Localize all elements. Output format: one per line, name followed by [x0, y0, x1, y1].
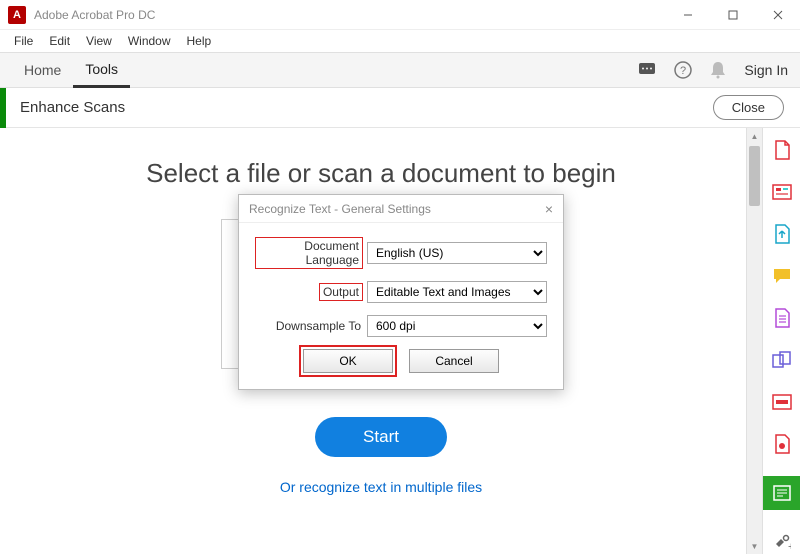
cancel-button[interactable]: Cancel [409, 349, 499, 373]
right-tool-sidebar: + [762, 128, 800, 554]
maximize-button[interactable] [710, 0, 755, 30]
tool-header: Enhance Scans Close [0, 88, 800, 128]
titlebar: A Adobe Acrobat Pro DC [0, 0, 800, 30]
bell-icon[interactable] [710, 61, 726, 79]
downsample-label: Downsample To [255, 319, 367, 333]
window-title: Adobe Acrobat Pro DC [34, 8, 155, 22]
recognize-multiple-link[interactable]: Or recognize text in multiple files [0, 479, 762, 495]
document-language-select[interactable]: English (US) [367, 242, 547, 264]
tab-home[interactable]: Home [12, 54, 73, 86]
organize-pages-icon[interactable] [772, 308, 792, 328]
scroll-thumb[interactable] [749, 146, 760, 206]
tool-title: Enhance Scans [20, 99, 125, 116]
scroll-down-icon[interactable]: ▼ [747, 538, 762, 554]
sign-in-link[interactable]: Sign In [744, 62, 788, 78]
svg-text:?: ? [680, 65, 686, 77]
close-button[interactable] [755, 0, 800, 30]
ok-button[interactable]: OK [303, 349, 393, 373]
edit-pdf-icon[interactable] [772, 182, 792, 202]
enhance-scans-icon[interactable] [763, 476, 800, 510]
menu-help[interactable]: Help [179, 32, 220, 50]
tab-tools[interactable]: Tools [73, 53, 130, 88]
dialog-title: Recognize Text - General Settings [249, 202, 431, 216]
more-tools-icon[interactable]: + [772, 532, 792, 552]
menu-window[interactable]: Window [120, 32, 179, 50]
recognize-text-dialog: Recognize Text - General Settings × Docu… [238, 194, 564, 390]
close-tool-button[interactable]: Close [713, 95, 784, 120]
menu-edit[interactable]: Edit [41, 32, 78, 50]
output-label: Output [319, 283, 363, 301]
downsample-select[interactable]: 600 dpi [367, 315, 547, 337]
dialog-titlebar: Recognize Text - General Settings × [239, 195, 563, 223]
document-language-label: Document Language [255, 237, 363, 269]
scroll-up-icon[interactable]: ▲ [747, 128, 762, 144]
redact-icon[interactable] [772, 392, 792, 412]
help-icon[interactable]: ? [674, 61, 692, 79]
output-select[interactable]: Editable Text and Images [367, 281, 547, 303]
page-heading: Select a file or scan a document to begi… [0, 158, 762, 189]
create-pdf-icon[interactable] [772, 140, 792, 160]
comment-icon[interactable] [638, 62, 656, 78]
menu-view[interactable]: View [78, 32, 120, 50]
comment-tool-icon[interactable] [772, 266, 792, 286]
svg-text:+: + [788, 541, 791, 551]
start-button[interactable]: Start [315, 417, 447, 457]
minimize-button[interactable] [665, 0, 710, 30]
combine-files-icon[interactable] [772, 350, 792, 370]
menubar: File Edit View Window Help [0, 30, 800, 52]
tabbar: Home Tools ? Sign In [0, 52, 800, 88]
dialog-close-icon[interactable]: × [545, 201, 553, 217]
export-pdf-icon[interactable] [772, 224, 792, 244]
vertical-scrollbar[interactable]: ▲ ▼ [746, 128, 762, 554]
app-icon: A [8, 6, 26, 24]
menu-file[interactable]: File [6, 32, 41, 50]
protect-icon[interactable] [772, 434, 792, 454]
tool-accent-bar [0, 88, 6, 128]
